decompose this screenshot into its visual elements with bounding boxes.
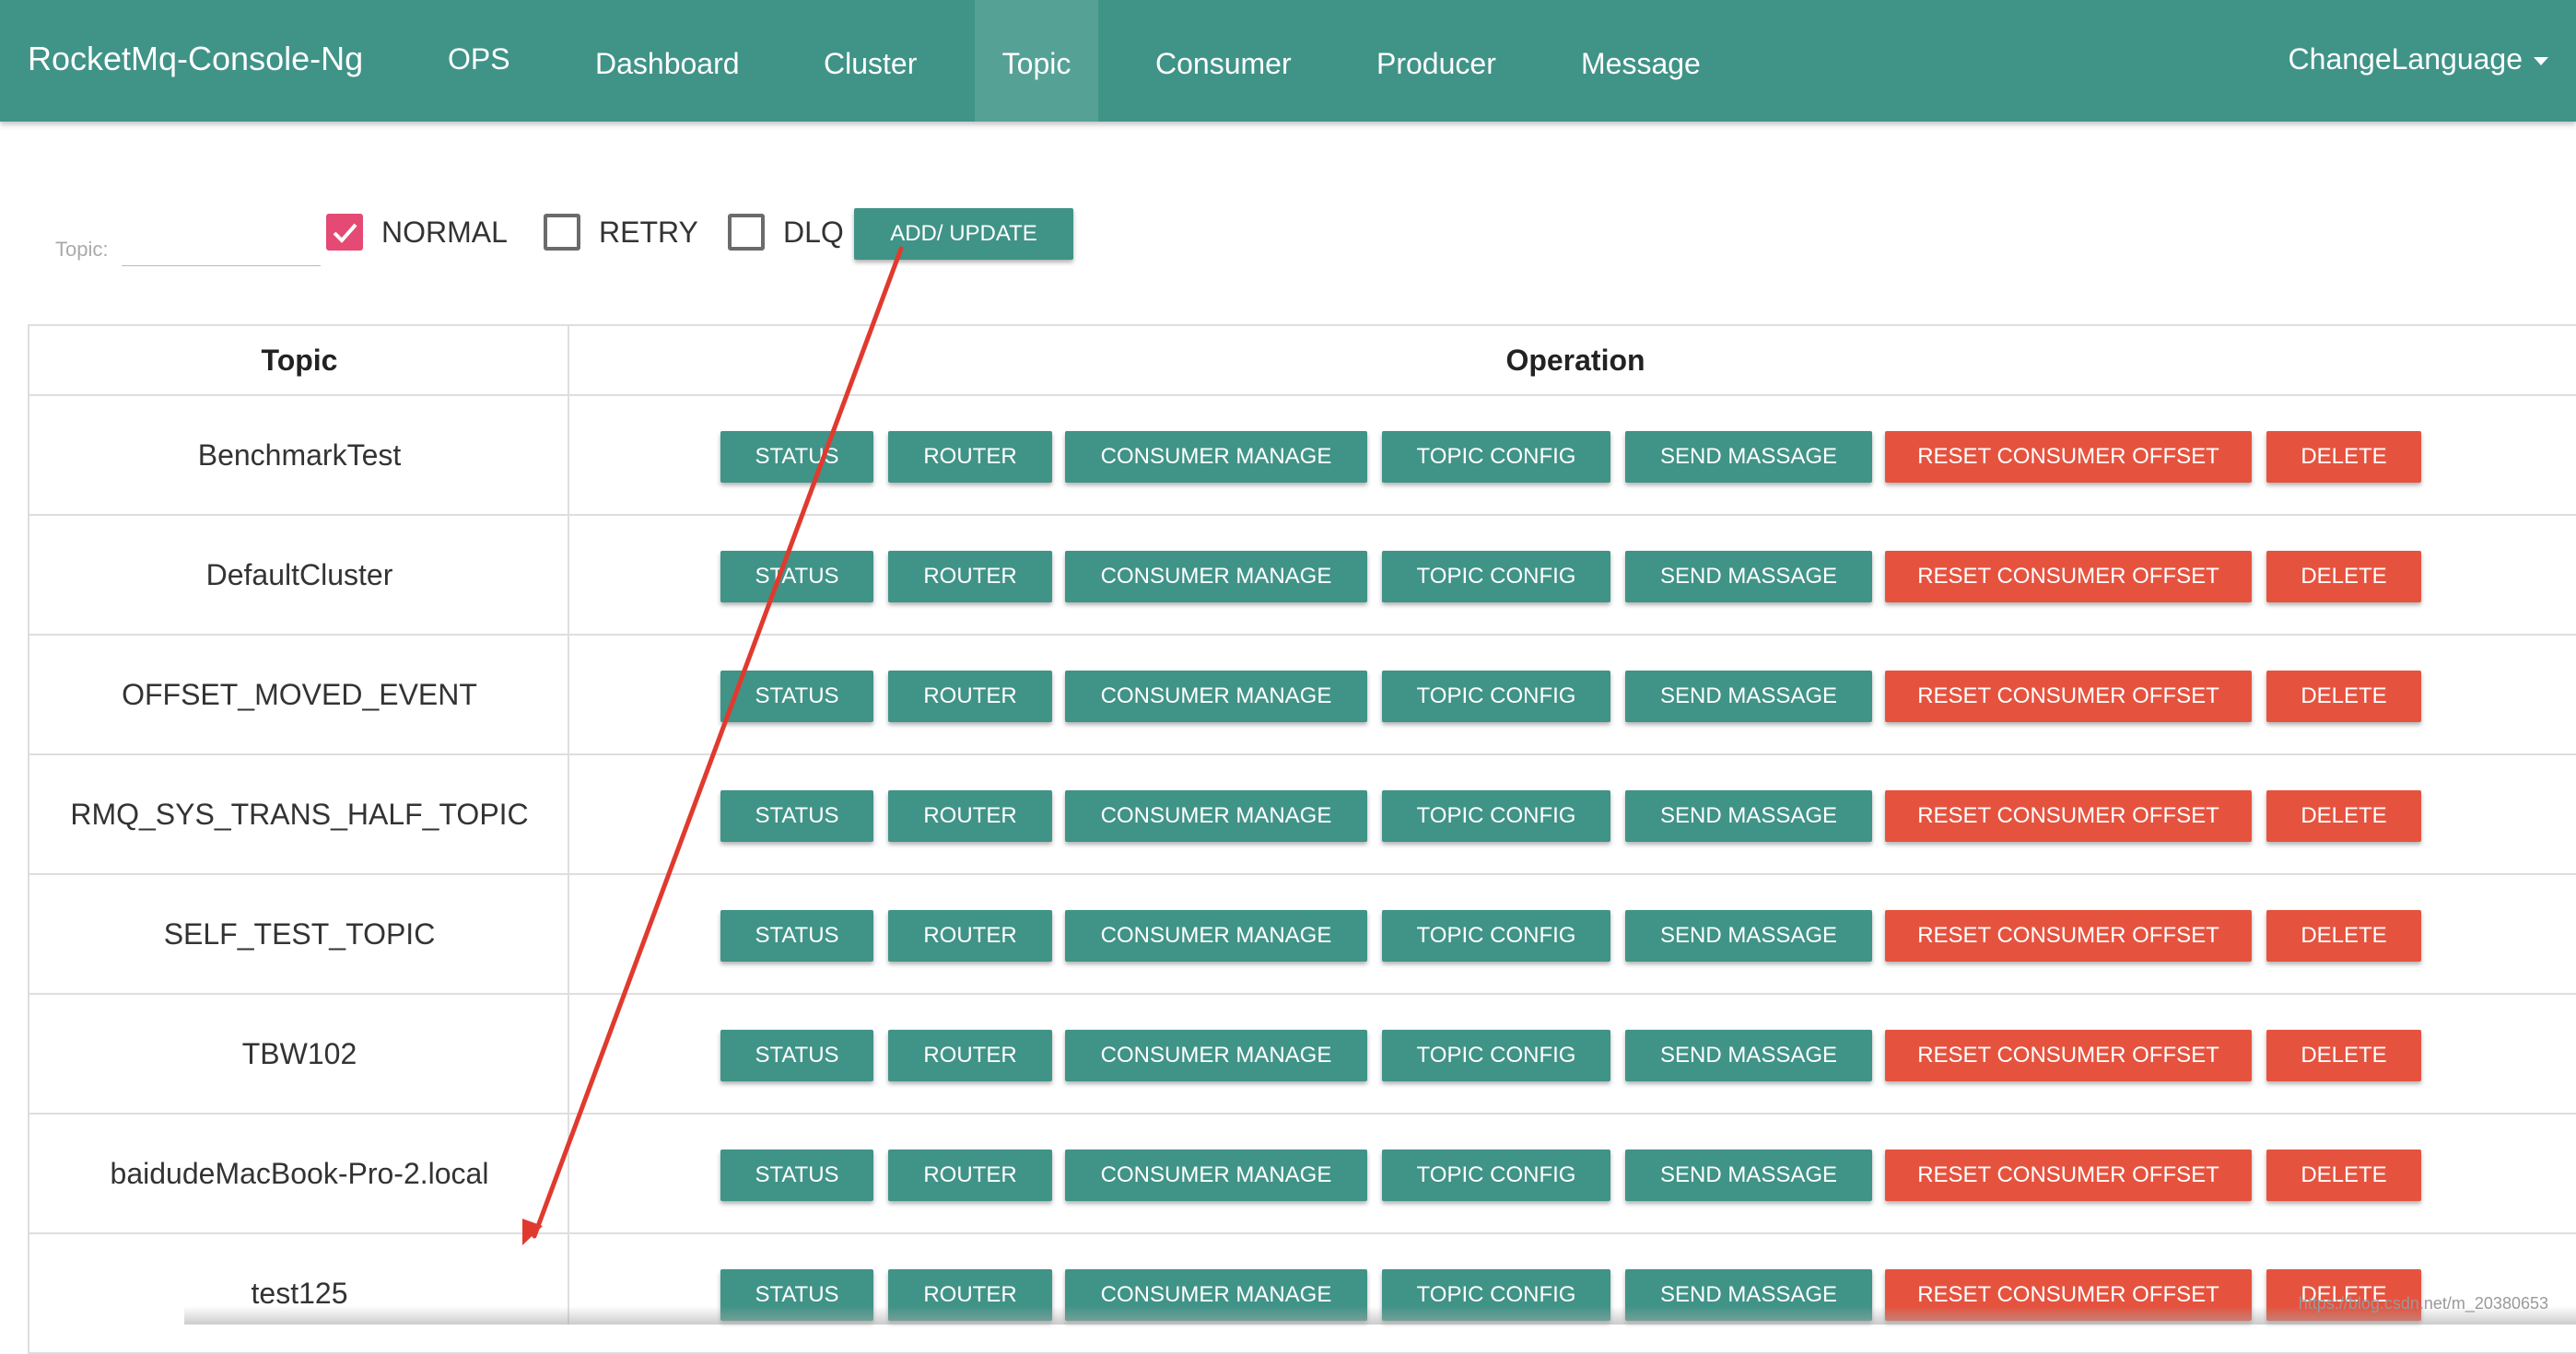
status-button[interactable]: STATUS	[720, 431, 873, 483]
status-button[interactable]: STATUS	[720, 910, 873, 962]
nav-consumer[interactable]: Consumer	[1155, 0, 1292, 122]
table-row: test125 STATUS ROUTER CONSUMER MANAGE TOPIC …	[28, 1234, 2576, 1354]
table-row: DefaultCluster STATUS ROUTER CONSUMER MANAG…	[28, 516, 2576, 636]
topic-name: DefaultCluster	[205, 558, 393, 591]
dlq-checkbox-label[interactable]: DLQ	[783, 212, 844, 252]
bottom-scroll-shadow	[184, 1306, 2576, 1325]
send-message-button[interactable]: SEND MASSAGE	[1625, 910, 1872, 962]
nav-message[interactable]: Message	[1581, 0, 1701, 122]
router-button[interactable]: ROUTER	[888, 671, 1052, 722]
change-language-label: ChangeLanguage	[2288, 42, 2523, 76]
delete-button[interactable]: DELETE	[2266, 431, 2421, 483]
send-message-button[interactable]: SEND MASSAGE	[1625, 1150, 1872, 1201]
consumer-manage-button[interactable]: CONSUMER MANAGE	[1065, 671, 1367, 722]
status-button[interactable]: STATUS	[720, 790, 873, 842]
consumer-manage-button[interactable]: CONSUMER MANAGE	[1065, 551, 1367, 602]
delete-button[interactable]: DELETE	[2266, 1150, 2421, 1201]
reset-consumer-offset-button[interactable]: RESET CONSUMER OFFSET	[1885, 671, 2252, 722]
nav-ops[interactable]: OPS	[448, 39, 510, 79]
delete-button[interactable]: DELETE	[2266, 551, 2421, 602]
topic-name: BenchmarkTest	[197, 438, 402, 472]
column-divider	[568, 324, 569, 1325]
status-button[interactable]: STATUS	[720, 671, 873, 722]
topic-config-button[interactable]: TOPIC CONFIG	[1382, 431, 1610, 483]
table-row: SELF_TEST_TOPIC STATUS ROUTER CONSUMER MANA…	[28, 875, 2576, 995]
delete-button[interactable]: DELETE	[2266, 1030, 2421, 1081]
status-button[interactable]: STATUS	[720, 551, 873, 602]
router-button[interactable]: ROUTER	[888, 910, 1052, 962]
router-button[interactable]: ROUTER	[888, 551, 1052, 602]
send-message-button[interactable]: SEND MASSAGE	[1625, 790, 1872, 842]
add-update-button[interactable]: ADD/ UPDATE	[854, 208, 1073, 260]
nav-topic[interactable]: Topic	[975, 0, 1098, 122]
consumer-manage-button[interactable]: CONSUMER MANAGE	[1065, 431, 1367, 483]
nav-cluster[interactable]: Cluster	[824, 0, 917, 122]
router-button[interactable]: ROUTER	[888, 790, 1052, 842]
send-message-button[interactable]: SEND MASSAGE	[1625, 431, 1872, 483]
topic-config-button[interactable]: TOPIC CONFIG	[1382, 1030, 1610, 1081]
header-operation: Operation	[1505, 344, 1645, 377]
topic-name: RMQ_SYS_TRANS_HALF_TOPIC	[70, 798, 529, 831]
table-row: baidudeMacBook-Pro-2.local STATUS ROUTER CO…	[28, 1115, 2576, 1234]
change-language-menu[interactable]: ChangeLanguage	[2289, 39, 2548, 79]
reset-consumer-offset-button[interactable]: RESET CONSUMER OFFSET	[1885, 1030, 2252, 1081]
header-topic: Topic	[261, 344, 338, 377]
delete-button[interactable]: DELETE	[2266, 910, 2421, 962]
consumer-manage-button[interactable]: CONSUMER MANAGE	[1065, 790, 1367, 842]
topic-filter-label: Topic:	[55, 238, 109, 261]
reset-consumer-offset-button[interactable]: RESET CONSUMER OFFSET	[1885, 551, 2252, 602]
brand-title[interactable]: RocketMq-Console-Ng	[28, 39, 363, 79]
topic-name: TBW102	[241, 1037, 357, 1070]
dlq-checkbox[interactable]	[728, 214, 765, 251]
watermark-text: https://blog.csdn.net/m_20380653	[2298, 1294, 2548, 1313]
router-button[interactable]: ROUTER	[888, 1150, 1052, 1201]
table-row: TBW102 STATUS ROUTER CONSUMER MANAGE TOPIC C…	[28, 995, 2576, 1115]
caret-down-icon	[2534, 57, 2548, 66]
topic-config-button[interactable]: TOPIC CONFIG	[1382, 910, 1610, 962]
reset-consumer-offset-button[interactable]: RESET CONSUMER OFFSET	[1885, 431, 2252, 483]
table-header: Topic Operation	[28, 324, 2576, 396]
reset-consumer-offset-button[interactable]: RESET CONSUMER OFFSET	[1885, 910, 2252, 962]
topic-name: SELF_TEST_TOPIC	[163, 917, 436, 951]
topic-config-button[interactable]: TOPIC CONFIG	[1382, 551, 1610, 602]
retry-checkbox[interactable]	[544, 214, 580, 251]
router-button[interactable]: ROUTER	[888, 1030, 1052, 1081]
consumer-manage-button[interactable]: CONSUMER MANAGE	[1065, 1030, 1367, 1081]
status-button[interactable]: STATUS	[720, 1030, 873, 1081]
normal-checkbox[interactable]	[326, 214, 363, 251]
top-navbar: RocketMq-Console-Ng OPS Dashboard Cluste…	[0, 0, 2576, 122]
router-button[interactable]: ROUTER	[888, 431, 1052, 483]
send-message-button[interactable]: SEND MASSAGE	[1625, 671, 1872, 722]
reset-consumer-offset-button[interactable]: RESET CONSUMER OFFSET	[1885, 790, 2252, 842]
topic-filter-input[interactable]	[122, 227, 321, 266]
status-button[interactable]: STATUS	[720, 1150, 873, 1201]
table-row: RMQ_SYS_TRANS_HALF_TOPIC STATUS ROUTER CONS…	[28, 755, 2576, 875]
nav-dashboard[interactable]: Dashboard	[595, 0, 740, 122]
delete-button[interactable]: DELETE	[2266, 671, 2421, 722]
delete-button[interactable]: DELETE	[2266, 790, 2421, 842]
consumer-manage-button[interactable]: CONSUMER MANAGE	[1065, 910, 1367, 962]
send-message-button[interactable]: SEND MASSAGE	[1625, 1030, 1872, 1081]
topic-name: test125	[251, 1277, 348, 1310]
topic-name: OFFSET_MOVED_EVENT	[122, 678, 477, 711]
topic-config-button[interactable]: TOPIC CONFIG	[1382, 790, 1610, 842]
normal-checkbox-label[interactable]: NORMAL	[381, 212, 508, 252]
check-icon	[333, 223, 357, 243]
table-row: BenchmarkTest STATUS ROUTER CONSUMER MANAGE…	[28, 396, 2576, 516]
topic-config-button[interactable]: TOPIC CONFIG	[1382, 671, 1610, 722]
table-row: OFFSET_MOVED_EVENT STATUS ROUTER CONSUMER M…	[28, 636, 2576, 755]
send-message-button[interactable]: SEND MASSAGE	[1625, 551, 1872, 602]
consumer-manage-button[interactable]: CONSUMER MANAGE	[1065, 1150, 1367, 1201]
retry-checkbox-label[interactable]: RETRY	[599, 212, 698, 252]
topic-config-button[interactable]: TOPIC CONFIG	[1382, 1150, 1610, 1201]
topic-name: baidudeMacBook-Pro-2.local	[110, 1157, 489, 1190]
reset-consumer-offset-button[interactable]: RESET CONSUMER OFFSET	[1885, 1150, 2252, 1201]
nav-producer[interactable]: Producer	[1376, 0, 1496, 122]
